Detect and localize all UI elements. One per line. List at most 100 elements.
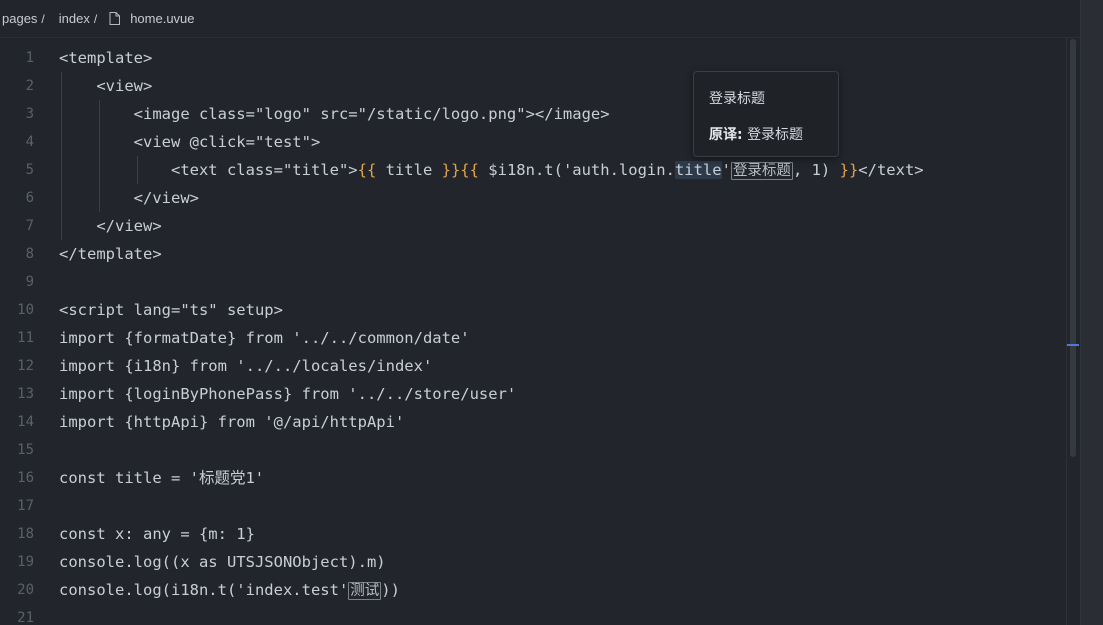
code-line[interactable]: 10 <script lang="ts" setup> [0,296,1060,324]
code-editor[interactable]: 1 <template> 2 <view> 3 <image class="logo"… [0,44,1065,625]
code-text: import {loginByPhonePass} from '../../st… [59,380,516,408]
code-text: const title = '标题党1' [59,464,264,492]
line-number: 5 [25,162,34,178]
code-line[interactable]: 14 import {httpApi} from '@/api/httpApi' [0,408,1060,436]
code-token: import {loginByPhonePass} from '../../st… [59,385,517,403]
line-number: 16 [17,470,34,486]
breadcrumb: pages / index / home.uvue [0,0,1080,38]
code-token: console.log(i18n.t('index.test' [59,581,349,599]
code-line[interactable]: 16 const title = '标题党1' [0,464,1060,492]
code-token: import {httpApi} from '@/api/httpApi' [59,413,405,431]
code-line[interactable]: 19 console.log((x as UTSJSONObject).m) [0,548,1060,576]
line-number: 3 [25,106,34,122]
code-line[interactable]: 2 <view> [0,72,1060,100]
code-text: const x: any = {m: 1} [59,520,255,548]
file-icon [109,12,121,25]
line-number: 10 [17,302,34,318]
code-text: console.log(i18n.t('index.test' 测试)) [59,576,400,605]
code-line[interactable]: 8 </template> [0,240,1060,268]
tooltip-title: 登录标题 [709,91,765,107]
code-line[interactable]: 15 [0,436,1060,464]
code-text: import {httpApi} from '@/api/httpApi' [59,408,404,436]
line-number: 12 [17,358,34,374]
code-text: <template> [59,44,152,72]
code-token: {{ [357,161,377,179]
line-number: 1 [25,50,34,66]
code-line[interactable]: 5 <text class="title">{{ title }}{{ $i18… [0,156,1060,184]
scrollbar-marker [1067,344,1079,346]
code-token: const title = '标题党1' [59,469,265,487]
vertical-scrollbar[interactable] [1066,37,1080,625]
editor-window: pages / index / home.uvue 1 <template> 2 <… [0,0,1080,625]
line-number: 4 [25,134,34,150]
inline-translation-hint: 登录标题 [730,162,793,180]
scrollbar-thumb[interactable] [1070,39,1076,457]
breadcrumb-item-pages[interactable]: pages [0,11,39,26]
line-number: 19 [17,554,34,570]
code-token: <template> [59,49,153,67]
code-text: <text class="title">{{ title }}{{ $i18n.… [59,156,924,185]
code-line[interactable]: 6 </view> [0,184,1060,212]
code-line[interactable]: 21 [0,604,1060,625]
code-token: <view @click="test"> [59,133,321,151]
code-text: console.log((x as UTSJSONObject).m) [59,548,386,576]
code-token: import {i18n} from '../../locales/index' [59,357,433,375]
code-text: <view> [59,72,152,100]
code-line[interactable]: 20 console.log(i18n.t('index.test' 测试)) [0,576,1060,604]
code-line[interactable]: 12 import {i18n} from '../../locales/inde… [0,352,1060,380]
code-line[interactable]: 1 <template> [0,44,1060,72]
code-line[interactable]: 18 const x: any = {m: 1} [0,520,1060,548]
breadcrumb-item-index[interactable]: index [57,11,92,26]
inline-translation-hint: 测试 [348,582,382,600]
line-number: 14 [17,414,34,430]
code-text: </template> [59,240,162,268]
line-number: 2 [25,78,34,94]
code-line[interactable]: 13 import {loginByPhonePass} from '../../… [0,380,1060,408]
code-token: <script lang="ts" setup> [59,301,283,319]
line-number: 8 [25,246,34,262]
code-token: <view> [59,77,153,95]
code-token: }} [839,161,859,179]
line-number: 15 [17,442,34,458]
code-line[interactable]: 7 </view> [0,212,1060,240]
code-line[interactable]: 11 import {formatDate} from '../../common… [0,324,1060,352]
code-text: import {i18n} from '../../locales/index' [59,352,432,380]
code-text: <image class="logo" src="/static/logo.pn… [59,100,610,128]
tooltip-translation: 原译: 登录标题 [709,124,803,144]
code-token: </view> [59,189,199,207]
line-number: 20 [17,582,34,598]
breadcrumb-separator: / [41,11,45,26]
line-number: 18 [17,526,34,542]
tooltip-label: 原译: [709,127,743,143]
code-token: <text class="title"> [59,161,358,179]
breadcrumb-item-file[interactable]: home.uvue [128,11,196,26]
tooltip-value: 登录标题 [747,127,804,143]
code-line[interactable]: 4 <view @click="test"> [0,128,1060,156]
code-text: </view> [59,212,162,240]
code-token: console.log((x as UTSJSONObject).m) [59,553,386,571]
line-number: 9 [25,274,34,290]
code-text: <script lang="ts" setup> [59,296,283,324]
line-number: 21 [17,610,34,625]
code-token: title [674,161,722,179]
code-token: const x: any = {m: 1} [59,525,255,543]
side-panel-edge [1080,0,1103,625]
code-text: import {formatDate} from '../../common/d… [59,324,470,352]
line-number: 6 [25,190,34,206]
code-line[interactable]: 9 [0,268,1060,296]
code-token: <image class="logo" src="/static/logo.pn… [59,105,610,123]
code-token: </view> [59,217,162,235]
breadcrumb-separator: / [93,11,98,26]
code-token: title [376,161,442,179]
line-number: 17 [17,498,34,514]
code-text: <view @click="test"> [59,128,321,156]
code-text: </view> [59,184,199,212]
code-token: $i18n.t('auth.login. [478,161,675,179]
code-token: import {formatDate} from '../../common/d… [59,329,470,347]
code-line[interactable]: 3 <image class="logo" src="/static/logo.… [0,100,1060,128]
code-line[interactable]: 17 [0,492,1060,520]
code-token: </template> [59,245,162,263]
code-token: , 1) [792,161,840,179]
hover-tooltip: 登录标题 原译: 登录标题 [693,71,839,157]
code-token: </text> [858,161,924,179]
